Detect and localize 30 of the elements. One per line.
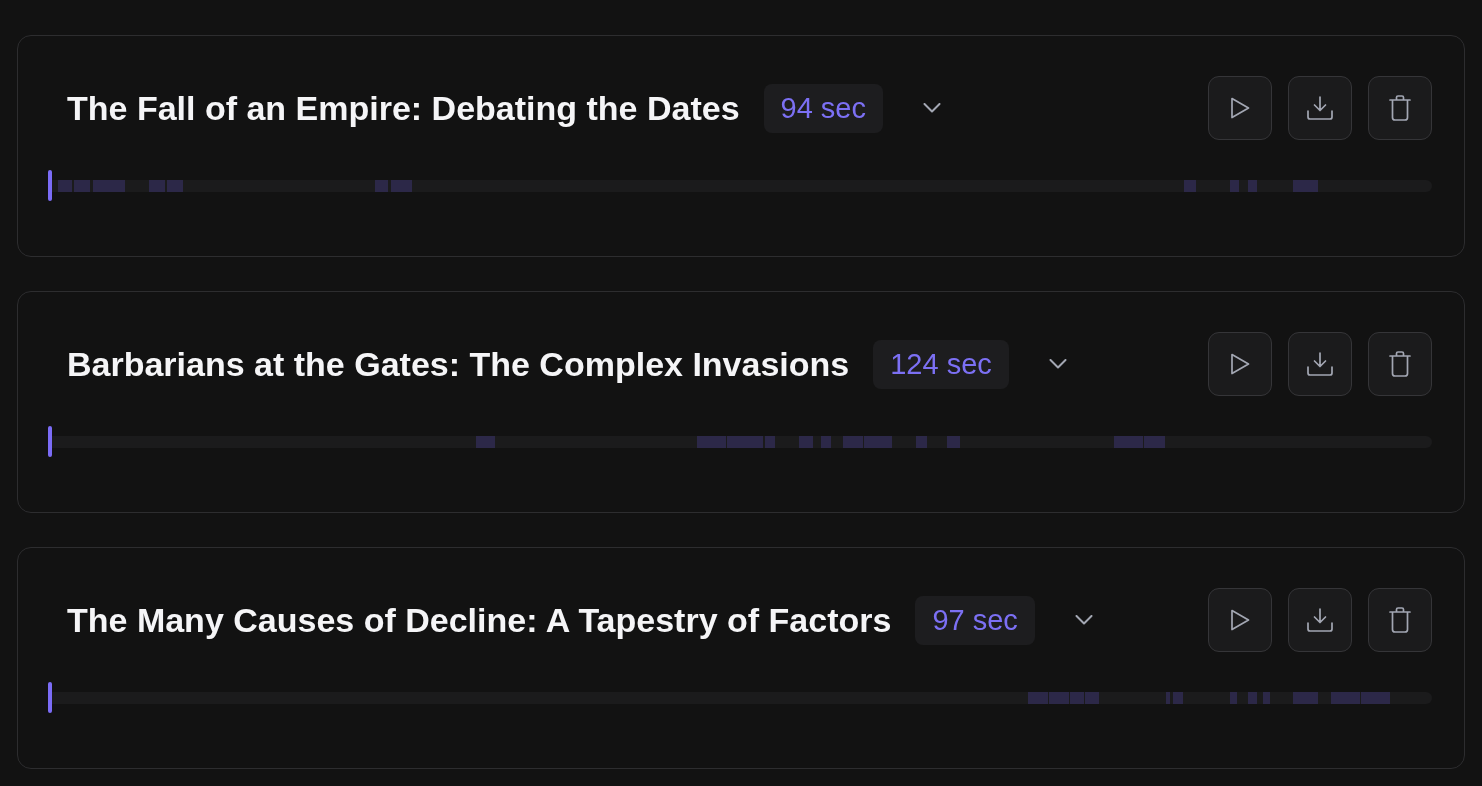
trash-icon — [1389, 95, 1411, 121]
download-button[interactable] — [1288, 76, 1352, 140]
recording-title: The Many Causes of Decline: A Tapestry of Factors — [67, 600, 892, 640]
chevron-down-icon — [1048, 359, 1067, 369]
duration-badge: 97 sec — [915, 595, 1035, 645]
recording-title: Barbarians at the Gates: The Complex Invasions — [67, 344, 850, 384]
recording-title: The Fall of an Empire: Debating the Dates — [67, 88, 740, 128]
play-button[interactable] — [1208, 588, 1272, 652]
download-icon — [1307, 96, 1333, 120]
play-button[interactable] — [1208, 332, 1272, 396]
delete-button[interactable] — [1368, 332, 1432, 396]
play-icon — [1230, 97, 1250, 119]
duration-badge: 94 sec — [763, 83, 883, 133]
delete-button[interactable] — [1368, 76, 1432, 140]
trash-icon — [1389, 607, 1411, 633]
trash-icon — [1389, 351, 1411, 377]
duration-badge: 124 sec — [873, 339, 1009, 389]
download-icon — [1307, 352, 1333, 376]
play-icon — [1230, 353, 1250, 375]
download-icon — [1307, 608, 1333, 632]
play-icon — [1230, 609, 1250, 631]
playhead-handle[interactable] — [48, 169, 52, 201]
play-button[interactable] — [1208, 76, 1272, 140]
playhead-handle[interactable] — [48, 681, 52, 713]
delete-button[interactable] — [1368, 588, 1432, 652]
playhead-handle[interactable] — [48, 425, 52, 457]
download-button[interactable] — [1288, 332, 1352, 396]
chevron-down-icon — [923, 103, 941, 113]
download-button[interactable] — [1288, 588, 1352, 652]
chevron-down-icon — [1074, 615, 1093, 625]
